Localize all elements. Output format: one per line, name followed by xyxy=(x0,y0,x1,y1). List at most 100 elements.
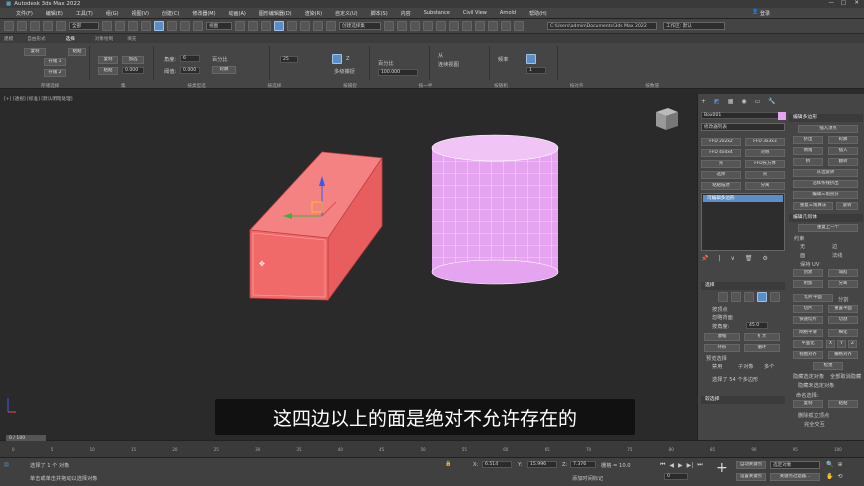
bridge-button[interactable]: 桥 xyxy=(793,158,823,166)
go-to-end-icon[interactable]: ⏭ xyxy=(697,461,702,469)
modifier-list-dropdown[interactable]: 修改器列表 xyxy=(701,123,785,131)
sign-in[interactable]: 登录 xyxy=(760,10,770,17)
align-button[interactable] xyxy=(526,54,536,64)
edge-icon[interactable] xyxy=(731,292,741,302)
menu-group[interactable]: 组(G) xyxy=(106,10,119,17)
render-icon[interactable] xyxy=(501,21,511,31)
detach-button[interactable]: 分离 xyxy=(828,280,858,288)
make-planar-button[interactable]: 平面化 xyxy=(793,340,823,348)
turn-button[interactable]: 旋转 xyxy=(836,202,858,210)
grow-button[interactable]: 扩大 xyxy=(744,333,780,341)
perspective-viewport[interactable]: ✥ xyxy=(0,90,697,440)
angle-field[interactable]: 6 xyxy=(180,55,200,62)
frame-counter[interactable]: 0 / 100 xyxy=(6,435,46,441)
constraint-none-radio[interactable]: 无 xyxy=(800,243,805,250)
constraint-edge-radio[interactable]: 边 xyxy=(832,243,837,250)
curve-editor-icon[interactable] xyxy=(436,21,446,31)
outline-button[interactable]: 轮廓 xyxy=(212,66,236,74)
constraint-normal-radio[interactable]: 法线 xyxy=(832,252,842,259)
tab-selection[interactable]: 选择 xyxy=(66,36,75,42)
modifier-stack[interactable]: 可编辑多边形 xyxy=(701,193,785,251)
create-button[interactable]: 创建 xyxy=(793,269,823,277)
shell-button[interactable]: 壳 xyxy=(701,160,741,168)
loop-button[interactable]: 循环 xyxy=(744,344,780,352)
play-icon[interactable]: ▶ xyxy=(678,462,683,469)
shrink-button[interactable]: 收缩 xyxy=(704,333,740,341)
menu-arnold[interactable]: Arnold xyxy=(500,10,516,16)
material-editor-icon[interactable] xyxy=(462,21,472,31)
schematic-view-icon[interactable] xyxy=(449,21,459,31)
x-button[interactable]: X xyxy=(826,340,835,348)
display-tab-icon[interactable]: ▭ xyxy=(755,98,761,106)
ffdbox-button[interactable]: FFD长方体 xyxy=(745,160,785,168)
select-manipulate-icon[interactable] xyxy=(248,21,258,31)
z-coordinate[interactable]: 7.376 xyxy=(570,461,596,468)
select-scale-icon[interactable] xyxy=(180,21,190,31)
extrude-along-spline-button[interactable]: 沿样条线挤出 xyxy=(793,180,858,188)
menu-substance[interactable]: Substance xyxy=(424,10,450,16)
angle-snap-icon[interactable] xyxy=(287,21,297,31)
unlink-icon[interactable] xyxy=(43,21,53,31)
retriangulate-button[interactable]: 重复三角算法 xyxy=(793,202,833,210)
copy-set-button[interactable]: 复制 xyxy=(24,48,46,56)
tab-populate[interactable]: 填充 xyxy=(127,36,136,42)
snaps-toggle-icon[interactable] xyxy=(274,21,284,31)
menu-customize[interactable]: 自定义(U) xyxy=(335,10,358,17)
insert-vertex-button[interactable]: 插入顶点 xyxy=(798,125,858,133)
vertex-icon[interactable] xyxy=(718,292,728,302)
inset-button[interactable]: 插入 xyxy=(828,147,858,155)
object-color-swatch[interactable] xyxy=(778,112,786,120)
preserve-uv-checkbox[interactable]: 保持 UV xyxy=(800,261,819,268)
menu-scripting[interactable]: 脚本(S) xyxy=(371,10,388,17)
align-icon[interactable] xyxy=(397,21,407,31)
menu-edit[interactable]: 编辑(E) xyxy=(46,10,63,17)
modify-tab-icon[interactable]: ◩ xyxy=(714,98,720,106)
hide-selected-button[interactable]: 隐藏选定对象 xyxy=(793,373,824,380)
redo-icon[interactable] xyxy=(17,21,27,31)
angle-spinner[interactable]: 45.0 xyxy=(746,322,768,329)
maximize-icon[interactable]: □ xyxy=(841,0,846,6)
configure-sets-icon[interactable]: ⚙ xyxy=(763,255,768,263)
value-field[interactable]: 0.000 xyxy=(122,67,144,74)
delete-isolated-checkbox[interactable]: 删除孤立顶点 xyxy=(798,412,829,419)
select-rotate-icon[interactable] xyxy=(167,21,177,31)
tab-modeling[interactable]: 建模 xyxy=(4,36,13,42)
grid-align-button[interactable]: 栅格对齐 xyxy=(828,351,858,359)
hierarchy-tab-icon[interactable]: ▦ xyxy=(728,98,734,106)
workspace-dropdown[interactable]: 工作区: 默认 xyxy=(663,22,725,30)
x-coordinate[interactable]: 6.514 xyxy=(482,461,512,468)
y-coordinate[interactable]: 15.996 xyxy=(527,461,557,468)
constraint-face-radio[interactable]: 面 xyxy=(800,252,805,259)
ffd444-button[interactable]: FFD 4x4x4 xyxy=(701,149,741,157)
ffd222-button[interactable]: FFD 2x2x2 xyxy=(701,138,741,146)
menu-content[interactable]: 内容 xyxy=(401,10,411,17)
spinner-snap-icon[interactable] xyxy=(313,21,323,31)
menu-rendering[interactable]: 渲染(R) xyxy=(305,10,322,17)
percent-snap-icon[interactable] xyxy=(300,21,310,31)
add-time-tag[interactable]: 添加时间标记 xyxy=(572,475,603,482)
red-box-object[interactable] xyxy=(249,151,383,302)
z-axis-button[interactable] xyxy=(332,54,342,64)
maxscript-listener-icon[interactable]: ▤ xyxy=(4,462,9,468)
selection-filter-dropdown[interactable]: 全部 xyxy=(69,22,99,30)
create-tab-icon[interactable]: + xyxy=(701,98,706,106)
select-object-icon[interactable] xyxy=(102,21,112,31)
orbit-icon[interactable]: ⟲ xyxy=(837,473,842,480)
named-selection-dropdown[interactable]: 创建选择集 xyxy=(339,22,381,30)
go-to-start-icon[interactable]: ⏮ xyxy=(660,461,665,469)
store2-button[interactable]: 存储 2 xyxy=(44,69,66,77)
pink-cylinder-object[interactable] xyxy=(431,134,559,285)
copy-sel-button[interactable]: 复制 xyxy=(793,400,823,408)
menu-tools[interactable]: 工具(T) xyxy=(76,10,93,17)
soft-selection-rollout-header[interactable]: 软选择 xyxy=(701,396,785,404)
step-field[interactable]: 25 xyxy=(280,56,298,63)
outline-poly-button[interactable]: 轮廓 xyxy=(828,136,858,144)
collapse-button[interactable]: 塌陷 xyxy=(828,269,858,277)
window-crossing-icon[interactable] xyxy=(141,21,151,31)
edit-triangulation-button[interactable]: 编辑三角剖分 xyxy=(793,191,858,199)
pin-stack-icon[interactable]: 📌 xyxy=(701,255,708,263)
subobject-radio[interactable]: 子对象 xyxy=(738,363,754,370)
current-frame-field[interactable]: 0 xyxy=(664,473,688,480)
add-key-icon[interactable]: + xyxy=(716,460,728,476)
show-end-result-icon[interactable]: | xyxy=(718,255,720,263)
